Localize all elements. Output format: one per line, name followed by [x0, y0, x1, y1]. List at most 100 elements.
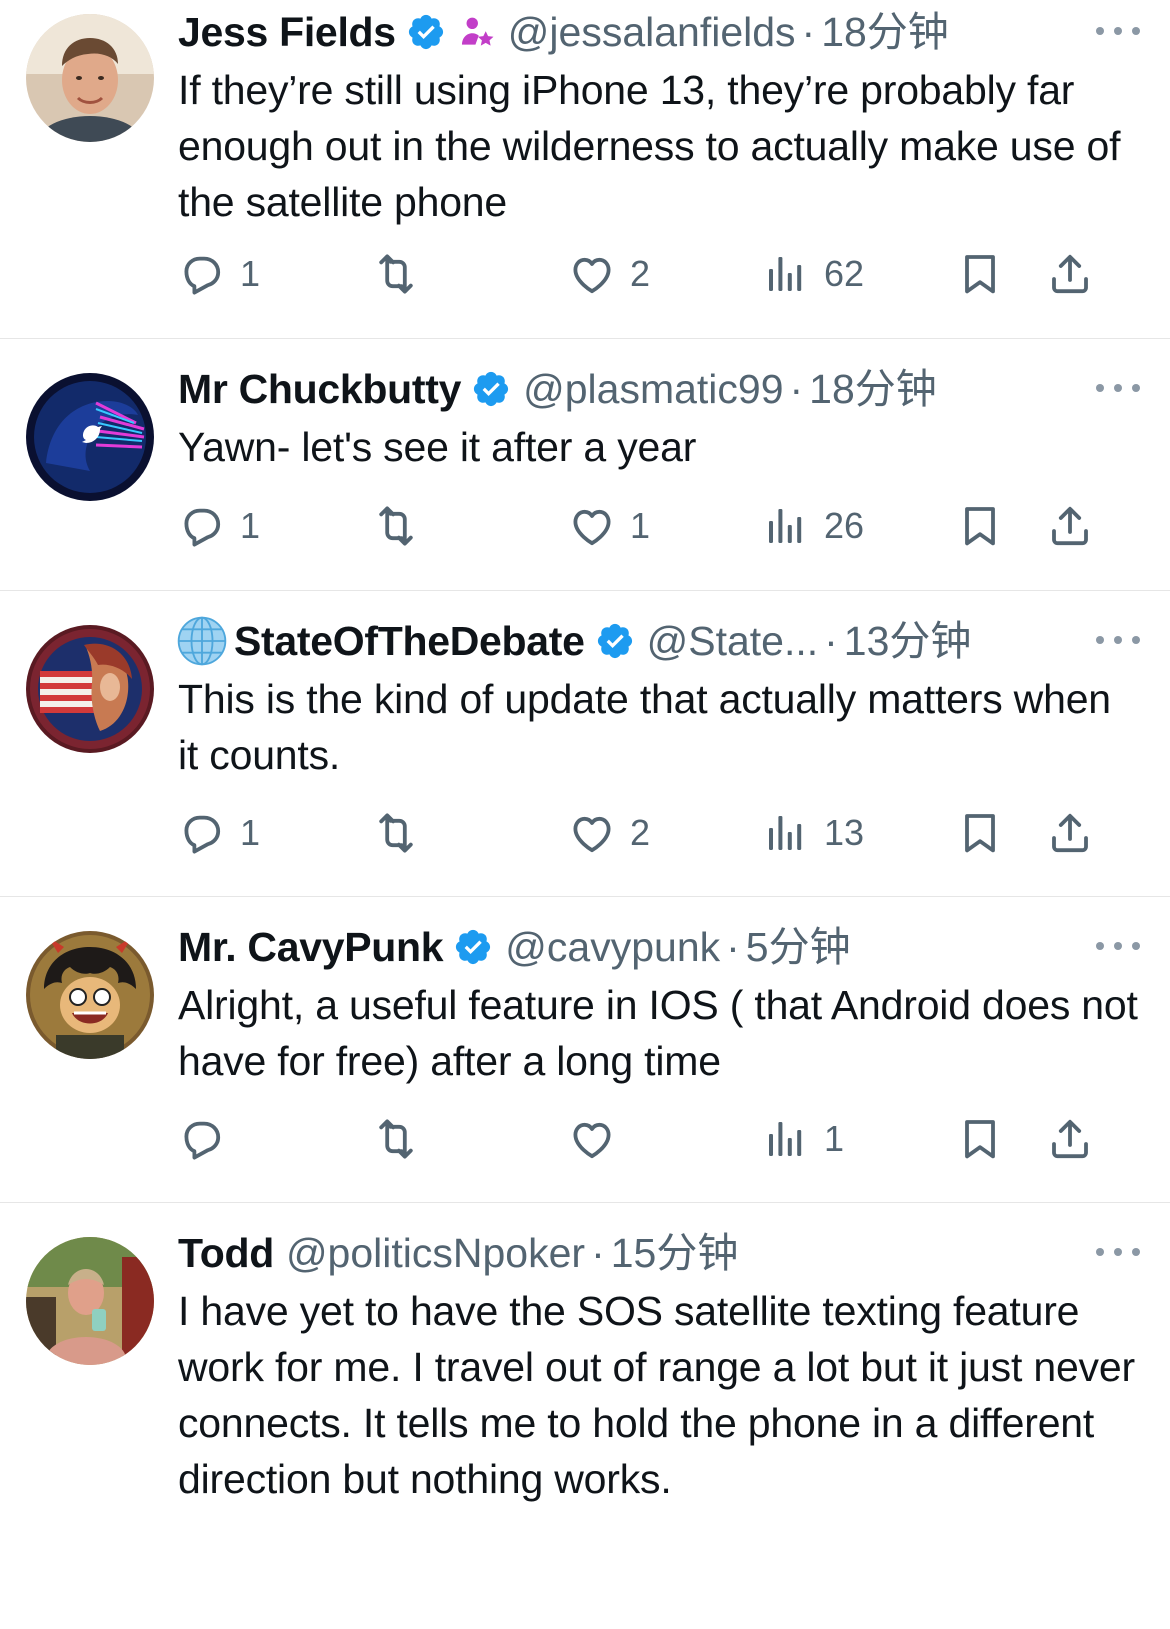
user-handle[interactable]: @jessalanfields	[508, 6, 796, 58]
reply-icon	[178, 1115, 226, 1163]
tweet-mr-chuckbutty[interactable]: Mr Chuckbutty @plasmatic99 · 18分钟 Yawn- …	[0, 339, 1170, 591]
retweet-icon	[372, 250, 420, 298]
like-icon	[568, 250, 616, 298]
view-count: 62	[824, 253, 865, 294]
action-bar: 1 2 13	[178, 803, 1140, 863]
tweet-text: Yawn- let's see it after a year	[178, 424, 697, 470]
verified-badge-icon	[453, 927, 493, 967]
share-button[interactable]	[1046, 496, 1094, 556]
separator: ·	[789, 366, 804, 412]
tweet-header: Todd @politicsNpoker · 15分钟	[178, 1227, 1140, 1279]
bookmark-icon	[956, 502, 1004, 550]
tweet-stateofthedebate[interactable]: StateOfTheDebate @State... · 13分钟 This i…	[0, 591, 1170, 897]
reply-button[interactable]: 1	[178, 496, 260, 556]
view-count: 13	[824, 812, 865, 853]
display-name[interactable]: Jess Fields	[178, 6, 396, 58]
retweet-icon	[372, 809, 420, 857]
like-button[interactable]: 2	[568, 244, 650, 304]
like-button[interactable]: 2	[568, 803, 650, 863]
share-button[interactable]	[1046, 244, 1094, 304]
view-count: 26	[824, 505, 865, 546]
timestamp[interactable]: 5分钟	[746, 921, 851, 973]
more-icon[interactable]	[1096, 16, 1140, 46]
tweet-text: I have yet to have the SOS satellite tex…	[178, 1288, 1135, 1502]
tweet-text: If they’re still using iPhone 13, they’r…	[178, 67, 1121, 225]
views-icon	[762, 1115, 810, 1163]
timestamp[interactable]: 18分钟	[809, 363, 937, 415]
reply-icon	[178, 502, 226, 550]
verified-badge-icon	[595, 621, 635, 661]
tweet-todd[interactable]: Todd @politicsNpoker · 15分钟 I have yet t…	[0, 1203, 1170, 1629]
more-icon[interactable]	[1096, 1237, 1140, 1267]
views-icon	[762, 809, 810, 857]
more-icon[interactable]	[1096, 373, 1140, 403]
globe-icon	[177, 616, 227, 666]
views-icon	[762, 502, 810, 550]
views-button[interactable]: 62	[762, 244, 864, 304]
timestamp[interactable]: 18分钟	[821, 6, 949, 58]
action-bar: 1	[178, 1109, 1140, 1169]
tweet-header: StateOfTheDebate @State... · 13分钟	[177, 615, 1140, 667]
reply-button[interactable]	[178, 1109, 240, 1169]
views-button[interactable]: 13	[762, 803, 864, 863]
retweet-icon	[372, 502, 420, 550]
avatar[interactable]	[26, 1237, 154, 1365]
user-handle[interactable]: @politicsNpoker	[286, 1227, 585, 1279]
like-count: 1	[630, 505, 651, 546]
retweet-button[interactable]	[372, 1109, 434, 1169]
user-handle[interactable]: @plasmatic99	[523, 363, 783, 415]
reply-count: 1	[240, 505, 261, 546]
timestamp[interactable]: 13分钟	[844, 615, 972, 667]
person-star-icon	[461, 17, 494, 46]
bookmark-button[interactable]	[956, 803, 1004, 863]
share-icon	[1046, 1115, 1094, 1163]
more-icon[interactable]	[1096, 625, 1140, 655]
tweet-mr-cavypunk[interactable]: Mr. CavyPunk @cavypunk · 5分钟 Alright, a …	[0, 897, 1170, 1203]
share-button[interactable]	[1046, 1109, 1094, 1169]
action-bar: 1 2 62	[178, 244, 1140, 304]
retweet-icon	[372, 1115, 420, 1163]
bookmark-button[interactable]	[956, 244, 1004, 304]
avatar[interactable]	[26, 625, 154, 753]
like-button[interactable]	[568, 1109, 630, 1169]
more-icon[interactable]	[1096, 931, 1140, 961]
separator: ·	[591, 1230, 605, 1276]
timestamp[interactable]: 15分钟	[611, 1227, 739, 1279]
like-icon	[568, 809, 616, 857]
retweet-button[interactable]	[372, 244, 434, 304]
bookmark-icon	[956, 809, 1004, 857]
view-count: 1	[824, 1118, 845, 1159]
separator: ·	[801, 9, 816, 55]
user-handle[interactable]: @cavypunk	[505, 921, 720, 973]
display-name[interactable]: Todd	[178, 1227, 274, 1279]
verified-badge-icon	[471, 369, 511, 409]
bookmark-button[interactable]	[956, 496, 1004, 556]
avatar[interactable]	[26, 373, 154, 501]
share-icon	[1046, 809, 1094, 857]
reply-button[interactable]: 1	[178, 244, 260, 304]
display-name[interactable]: StateOfTheDebate	[234, 615, 585, 667]
avatar[interactable]	[26, 931, 154, 1059]
like-button[interactable]: 1	[568, 496, 650, 556]
replies-feed: Jess Fields @jessalanfields · 18分钟 If th…	[0, 0, 1170, 1629]
display-name[interactable]: Mr Chuckbutty	[178, 363, 461, 415]
retweet-button[interactable]	[372, 803, 434, 863]
verified-badge-icon	[406, 12, 446, 52]
tweet-text: Alright, a useful feature in IOS ( that …	[178, 982, 1138, 1084]
tweet-jess-fields[interactable]: Jess Fields @jessalanfields · 18分钟 If th…	[0, 0, 1170, 339]
views-button[interactable]: 26	[762, 496, 864, 556]
reply-button[interactable]: 1	[178, 803, 260, 863]
share-button[interactable]	[1046, 803, 1094, 863]
avatar[interactable]	[26, 14, 154, 142]
separator: ·	[726, 924, 740, 970]
bookmark-button[interactable]	[956, 1109, 1004, 1169]
tweet-text: This is the kind of update that actually…	[178, 676, 1111, 778]
display-name[interactable]: Mr. CavyPunk	[178, 921, 444, 973]
share-icon	[1046, 502, 1094, 550]
retweet-button[interactable]	[372, 496, 434, 556]
reply-icon	[178, 250, 226, 298]
views-button[interactable]: 1	[762, 1109, 844, 1169]
tweet-header: Jess Fields @jessalanfields · 18分钟	[178, 6, 1140, 58]
user-handle[interactable]: @State...	[647, 615, 819, 667]
reply-count: 1	[240, 253, 261, 294]
